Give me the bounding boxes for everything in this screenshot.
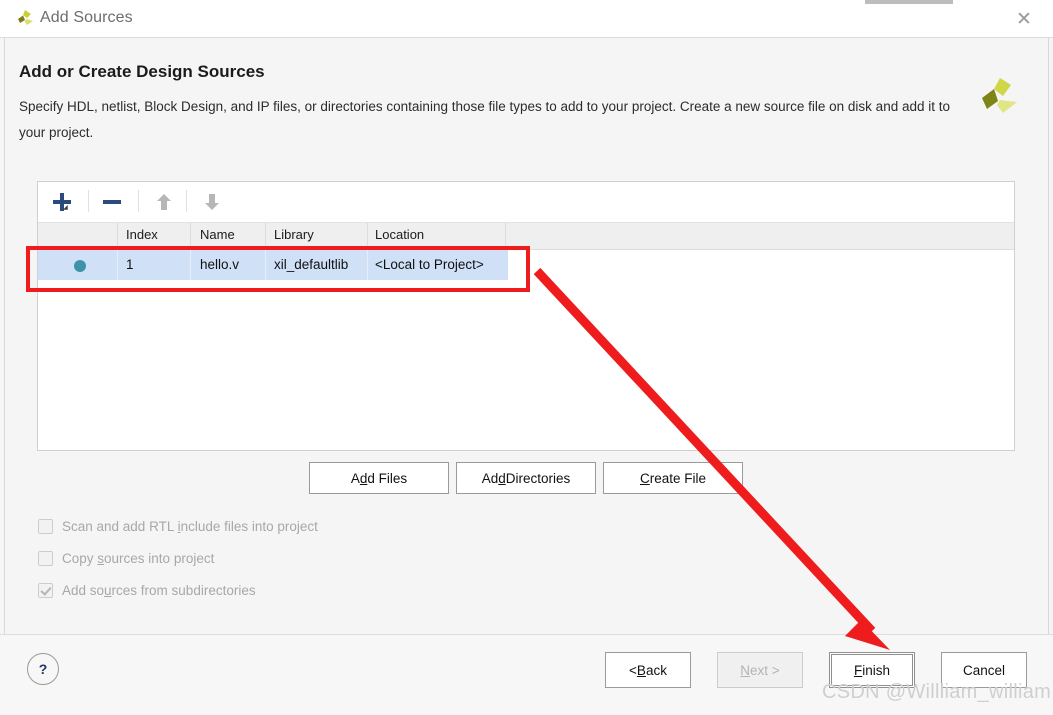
column-header-location[interactable]: Location [375,227,424,242]
add-sources-dialog: Add Sources ✕ Add or Create Design Sourc… [0,0,1053,715]
source-action-buttons: Add Files Ad d Directories Create File [0,462,1053,496]
page-description: Specify HDL, netlist, Block Design, and … [19,99,950,140]
remove-source-button[interactable] [96,186,128,218]
table-body: 1 hello.v xil_defaultlib <Local to Proje… [38,250,1014,450]
cell-divider-1 [117,250,118,280]
scan-rtl-label-post: nclude files into project [180,519,318,534]
add-files-label-post: d Files [367,470,408,486]
header-divider-3 [265,223,266,249]
header-divider-4 [367,223,368,249]
source-status-dot [74,260,86,272]
add-subdirectories-label-pre: Add so [62,583,105,598]
cell-divider-3 [265,250,266,280]
header-divider-5 [505,223,506,249]
add-directories-button[interactable]: Ad d Directories [456,462,596,494]
dialog-body: Add or Create Design Sources Specify HDL… [0,38,1053,715]
back-label-pre: < [629,662,637,678]
add-files-button[interactable]: Add Files [309,462,449,494]
add-subdirectories-label-post: rces from subdirectories [111,583,256,598]
column-header-library[interactable]: Library [274,227,314,242]
copy-sources-label-post: ources into project [104,551,215,566]
toolbar-separator-3 [186,190,187,212]
option-copy-sources[interactable]: Copy sources into project [38,551,214,566]
add-subdirectories-checkbox[interactable] [38,583,53,598]
create-file-label-post: reate File [649,470,707,486]
option-scan-rtl-include[interactable]: Scan and add RTL include files into proj… [38,519,318,534]
body-left-rule [4,38,5,634]
move-up-button[interactable] [148,186,180,218]
finish-label-post: inish [862,662,890,678]
add-directories-label-pre: Ad [481,470,499,486]
body-right-rule [1048,38,1049,634]
create-file-button[interactable]: Create File [603,462,743,494]
help-button[interactable]: ? [27,653,59,685]
header-divider-1 [117,223,118,249]
toolbar-separator-2 [138,190,139,212]
add-files-label-pre: A [350,470,360,486]
copy-sources-checkbox[interactable] [38,551,53,566]
dialog-footer: ? < Back Next > Finish Cancel [0,634,1053,715]
toolbar-separator-1 [88,190,89,212]
move-down-button[interactable] [196,186,228,218]
window-title: Add Sources [40,9,133,26]
add-subdirectories-label: Add sources from subdirectories [62,583,256,598]
title-bar: Add Sources ✕ [0,0,1053,38]
next-label-post: ext > [750,662,780,678]
copy-sources-label: Copy sources into project [62,551,214,566]
xilinx-brand-icon [975,76,1019,120]
table-header-row: Index Name Library Location [38,223,1014,250]
cancel-button[interactable]: Cancel [941,652,1027,688]
header-divider-2 [190,223,191,249]
sources-table-panel: Index Name Library Location 1 hello.v xi… [37,181,1015,451]
create-file-mnemonic: C [639,470,650,486]
table-row[interactable]: 1 hello.v xil_defaultlib <Local to Proje… [38,250,508,280]
add-directories-label-post: Directories [505,470,571,486]
page-title: Add or Create Design Sources [19,62,265,81]
add-files-mnemonic: d [359,470,368,486]
titlebar-decoration [865,0,953,4]
scan-rtl-checkbox[interactable] [38,519,53,534]
add-directories-mnemonic: d [498,470,506,486]
scan-rtl-label: Scan and add RTL include files into proj… [62,519,318,534]
xilinx-logo-icon [14,8,36,30]
cell-library: xil_defaultlib [274,257,349,272]
scan-rtl-label-pre: Scan and add RTL [62,519,178,534]
cell-divider-2 [190,250,191,280]
cell-index: 1 [126,257,134,272]
sources-toolbar [38,182,1014,223]
close-icon[interactable]: ✕ [1003,4,1045,34]
back-label-post: ack [645,662,667,678]
add-subdirectories-mnemonic: u [104,583,112,598]
add-source-button[interactable] [46,186,78,218]
cell-divider-4 [367,250,368,280]
back-button[interactable]: < Back [605,652,691,688]
finish-button[interactable]: Finish [829,652,915,688]
cell-name: hello.v [200,257,240,272]
next-button: Next > [717,652,803,688]
option-add-subdirectories[interactable]: Add sources from subdirectories [38,583,256,598]
cancel-label: Cancel [962,662,1006,678]
copy-sources-label-pre: Copy [62,551,98,566]
column-header-index[interactable]: Index [126,227,158,242]
finish-mnemonic: F [853,662,863,678]
cell-location: <Local to Project> [375,257,484,272]
next-mnemonic: N [740,662,751,678]
column-header-name[interactable]: Name [200,227,235,242]
back-mnemonic: B [636,662,646,678]
